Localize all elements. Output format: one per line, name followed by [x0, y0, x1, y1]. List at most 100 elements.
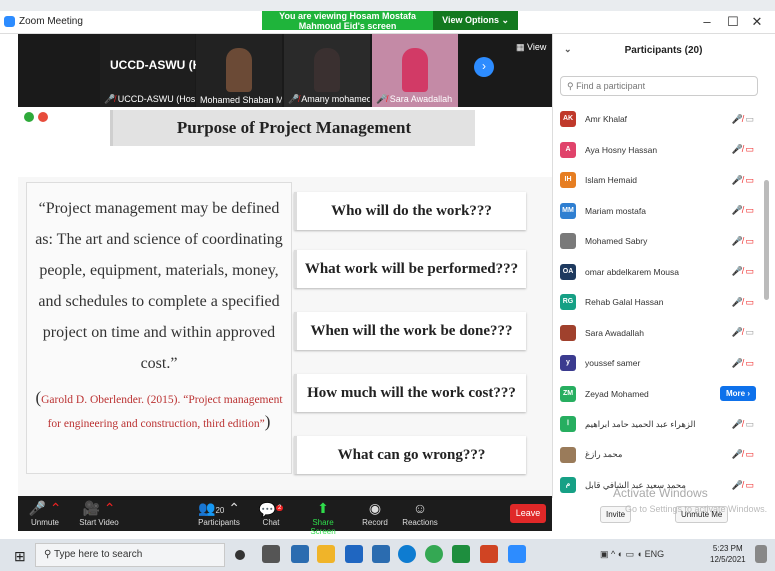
- participant-name: omar abdelkarem Mousa: [585, 266, 680, 277]
- edge-icon[interactable]: [398, 545, 416, 563]
- record-icon: ◉: [368, 500, 382, 516]
- avatar: [560, 324, 576, 341]
- participants-count: 20: [215, 506, 225, 515]
- more-button[interactable]: More ›: [720, 386, 756, 402]
- start-video-button[interactable]: 🎥 ⌃ Start Video: [74, 496, 124, 531]
- video-tile-amany[interactable]: 🎤̸ Amany mohamed: [284, 34, 370, 107]
- record-button[interactable]: ◉ Record: [358, 496, 392, 531]
- clock[interactable]: 5:23 PM 12/5/2021: [710, 543, 746, 565]
- share-banner-message: You are viewing Hosam Mostafa Mahmoud Ei…: [279, 10, 416, 31]
- participant-name: Mohamed Sabry: [585, 236, 648, 247]
- zoom-taskbar-icon[interactable]: [508, 545, 526, 563]
- video-off-icon: ▭: [745, 418, 754, 429]
- slide-title: Purpose of Project Management: [110, 110, 475, 146]
- close-button[interactable]: ✕: [746, 12, 768, 32]
- question-box: When will the work be done???: [294, 312, 526, 350]
- mic-muted-icon: 🎤̸: [731, 205, 746, 216]
- participant-name: Zeyad Mohamed: [585, 388, 649, 399]
- share-screen-label: Share Screen: [310, 518, 336, 536]
- avatar: OA: [560, 263, 576, 280]
- question-box: How much will the work cost???: [294, 374, 526, 412]
- avatar: MM: [560, 202, 576, 219]
- reactions-button[interactable]: ☺ Reactions: [400, 496, 440, 531]
- record-label: Record: [362, 518, 388, 527]
- maximize-button[interactable]: ☐: [722, 12, 744, 32]
- clock-time: 5:23 PM: [712, 544, 743, 553]
- browser-icon[interactable]: [425, 545, 443, 563]
- participant-row[interactable]: IH Islam Hemaid 🎤̸ ▭: [552, 165, 764, 196]
- mic-muted-icon: 🎤̸: [731, 357, 746, 368]
- participant-name: Islam Hemaid: [585, 175, 637, 186]
- participant-row[interactable]: ا الزهراء عبد الحميد حامد ابراهيم 🎤̸ ▭: [552, 409, 764, 440]
- chat-label: Chat: [262, 518, 280, 527]
- taskbar-search-input[interactable]: ⚲ Type here to search: [35, 543, 225, 567]
- participant-row[interactable]: y youssef samer 🎤̸ ▭: [552, 348, 764, 379]
- participant-row[interactable]: AK Amr Khalaf 🎤̸ ▭: [552, 104, 764, 135]
- files-icon[interactable]: [372, 545, 390, 563]
- mic-muted-icon: 🎤̸: [731, 144, 746, 155]
- notification-icon[interactable]: [755, 545, 767, 563]
- windows-start-icon[interactable]: ⊞: [14, 548, 26, 565]
- view-options-button[interactable]: View Options ⌄: [433, 11, 518, 30]
- question-box: What work will be performed???: [294, 250, 526, 288]
- avatar: y: [560, 355, 576, 372]
- recording-indicators: [24, 112, 54, 126]
- mic-muted-icon: 🎤̸: [731, 327, 746, 338]
- language-indicator[interactable]: ENG: [645, 549, 665, 559]
- participant-row[interactable]: محمد رازغ 🎤̸ ▭: [552, 440, 764, 471]
- chat-icon: 💬 2: [258, 501, 284, 518]
- participant-row[interactable]: RG Rehab Galal Hassan 🎤̸ ▭: [552, 287, 764, 318]
- avatar: م: [560, 477, 576, 494]
- leave-button[interactable]: Leave: [510, 504, 546, 523]
- task-view-icon[interactable]: [262, 545, 280, 563]
- citation-close: ): [264, 412, 271, 431]
- chat-button[interactable]: 💬 2 Chat: [256, 496, 286, 531]
- participant-status-icons: 🎤̸ ▭: [732, 236, 754, 247]
- participant-status-icons: 🎤̸ ▭: [732, 480, 754, 491]
- mic-muted-icon: 🎤 ⌃: [28, 500, 62, 516]
- calculator-icon[interactable]: [345, 545, 363, 563]
- avatar: IH: [560, 172, 576, 189]
- next-page-button[interactable]: ›: [474, 57, 494, 77]
- search-icon: ⚲: [44, 549, 52, 560]
- powerpoint-icon[interactable]: [480, 545, 498, 563]
- chrome-icon[interactable]: [317, 545, 335, 563]
- meeting-toolbar: 🎤 ⌃ Unmute 🎥 ⌃ Start Video 👥20 ⌃ Participan…: [18, 496, 552, 536]
- excel-icon[interactable]: [452, 545, 470, 563]
- participant-scrollbar[interactable]: [764, 180, 769, 300]
- video-tile-sara[interactable]: 🎤̸ Sara Awadallah: [372, 34, 458, 107]
- start-video-label: Start Video: [79, 518, 119, 527]
- participant-row[interactable]: MM Mariam mostafa 🎤̸ ▭: [552, 196, 764, 227]
- cortana-icon[interactable]: [235, 550, 245, 560]
- mic-muted-icon: 🎤̸: [731, 235, 746, 246]
- avatar: AK: [560, 111, 576, 128]
- view-label: View: [527, 42, 547, 52]
- share-screen-button[interactable]: ⬆ Share Screen: [300, 496, 346, 536]
- participant-row[interactable]: A Aya Hosny Hassan 🎤̸ ▭: [552, 135, 764, 166]
- view-button[interactable]: ▦ View: [516, 42, 546, 53]
- video-off-icon: ▭: [745, 449, 754, 460]
- reactions-label: Reactions: [402, 518, 438, 527]
- participant-row[interactable]: Sara Awadallah 🎤̸ ▭: [552, 318, 764, 349]
- mic-muted-icon: 🎤̸: [731, 418, 746, 429]
- mail-icon[interactable]: [291, 545, 309, 563]
- participants-button[interactable]: 👥20 ⌃ Participants: [194, 496, 244, 531]
- participant-row[interactable]: OA omar abdelkarem Mousa 🎤̸ ▭: [552, 257, 764, 288]
- unmute-button[interactable]: 🎤 ⌃ Unmute: [24, 496, 66, 531]
- participant-status-icons: 🎤̸ ▭: [732, 297, 754, 308]
- participant-row[interactable]: Mohamed Sabry 🎤̸ ▭: [552, 226, 764, 257]
- minimize-button[interactable]: –: [696, 12, 718, 32]
- search-placeholder: Find a participant: [576, 81, 646, 91]
- participant-name: الزهراء عبد الحميد حامد ابراهيم: [585, 418, 696, 429]
- zoom-app-icon: [4, 16, 15, 27]
- participant-row[interactable]: ZM Zeyad Mohamed More ›: [552, 379, 764, 410]
- find-participant-input[interactable]: ⚲ Find a participant: [560, 76, 758, 96]
- quote-citation: (Garold D. Oberlender. (2015). “Project …: [33, 387, 285, 435]
- participant-status-icons: 🎤̸ ▭: [732, 327, 754, 338]
- mic-muted-icon: 🎤̸: [288, 94, 300, 104]
- video-tile-mohamed[interactable]: Mohamed Shaban Mah...: [196, 34, 282, 107]
- video-off-icon: ▭: [745, 235, 754, 246]
- avatar: ZM: [560, 385, 576, 402]
- tile-name: Sara Awadallah: [389, 94, 453, 104]
- tray-icons[interactable]: ▣ ^ ◐ ▭ ◖: [600, 549, 645, 559]
